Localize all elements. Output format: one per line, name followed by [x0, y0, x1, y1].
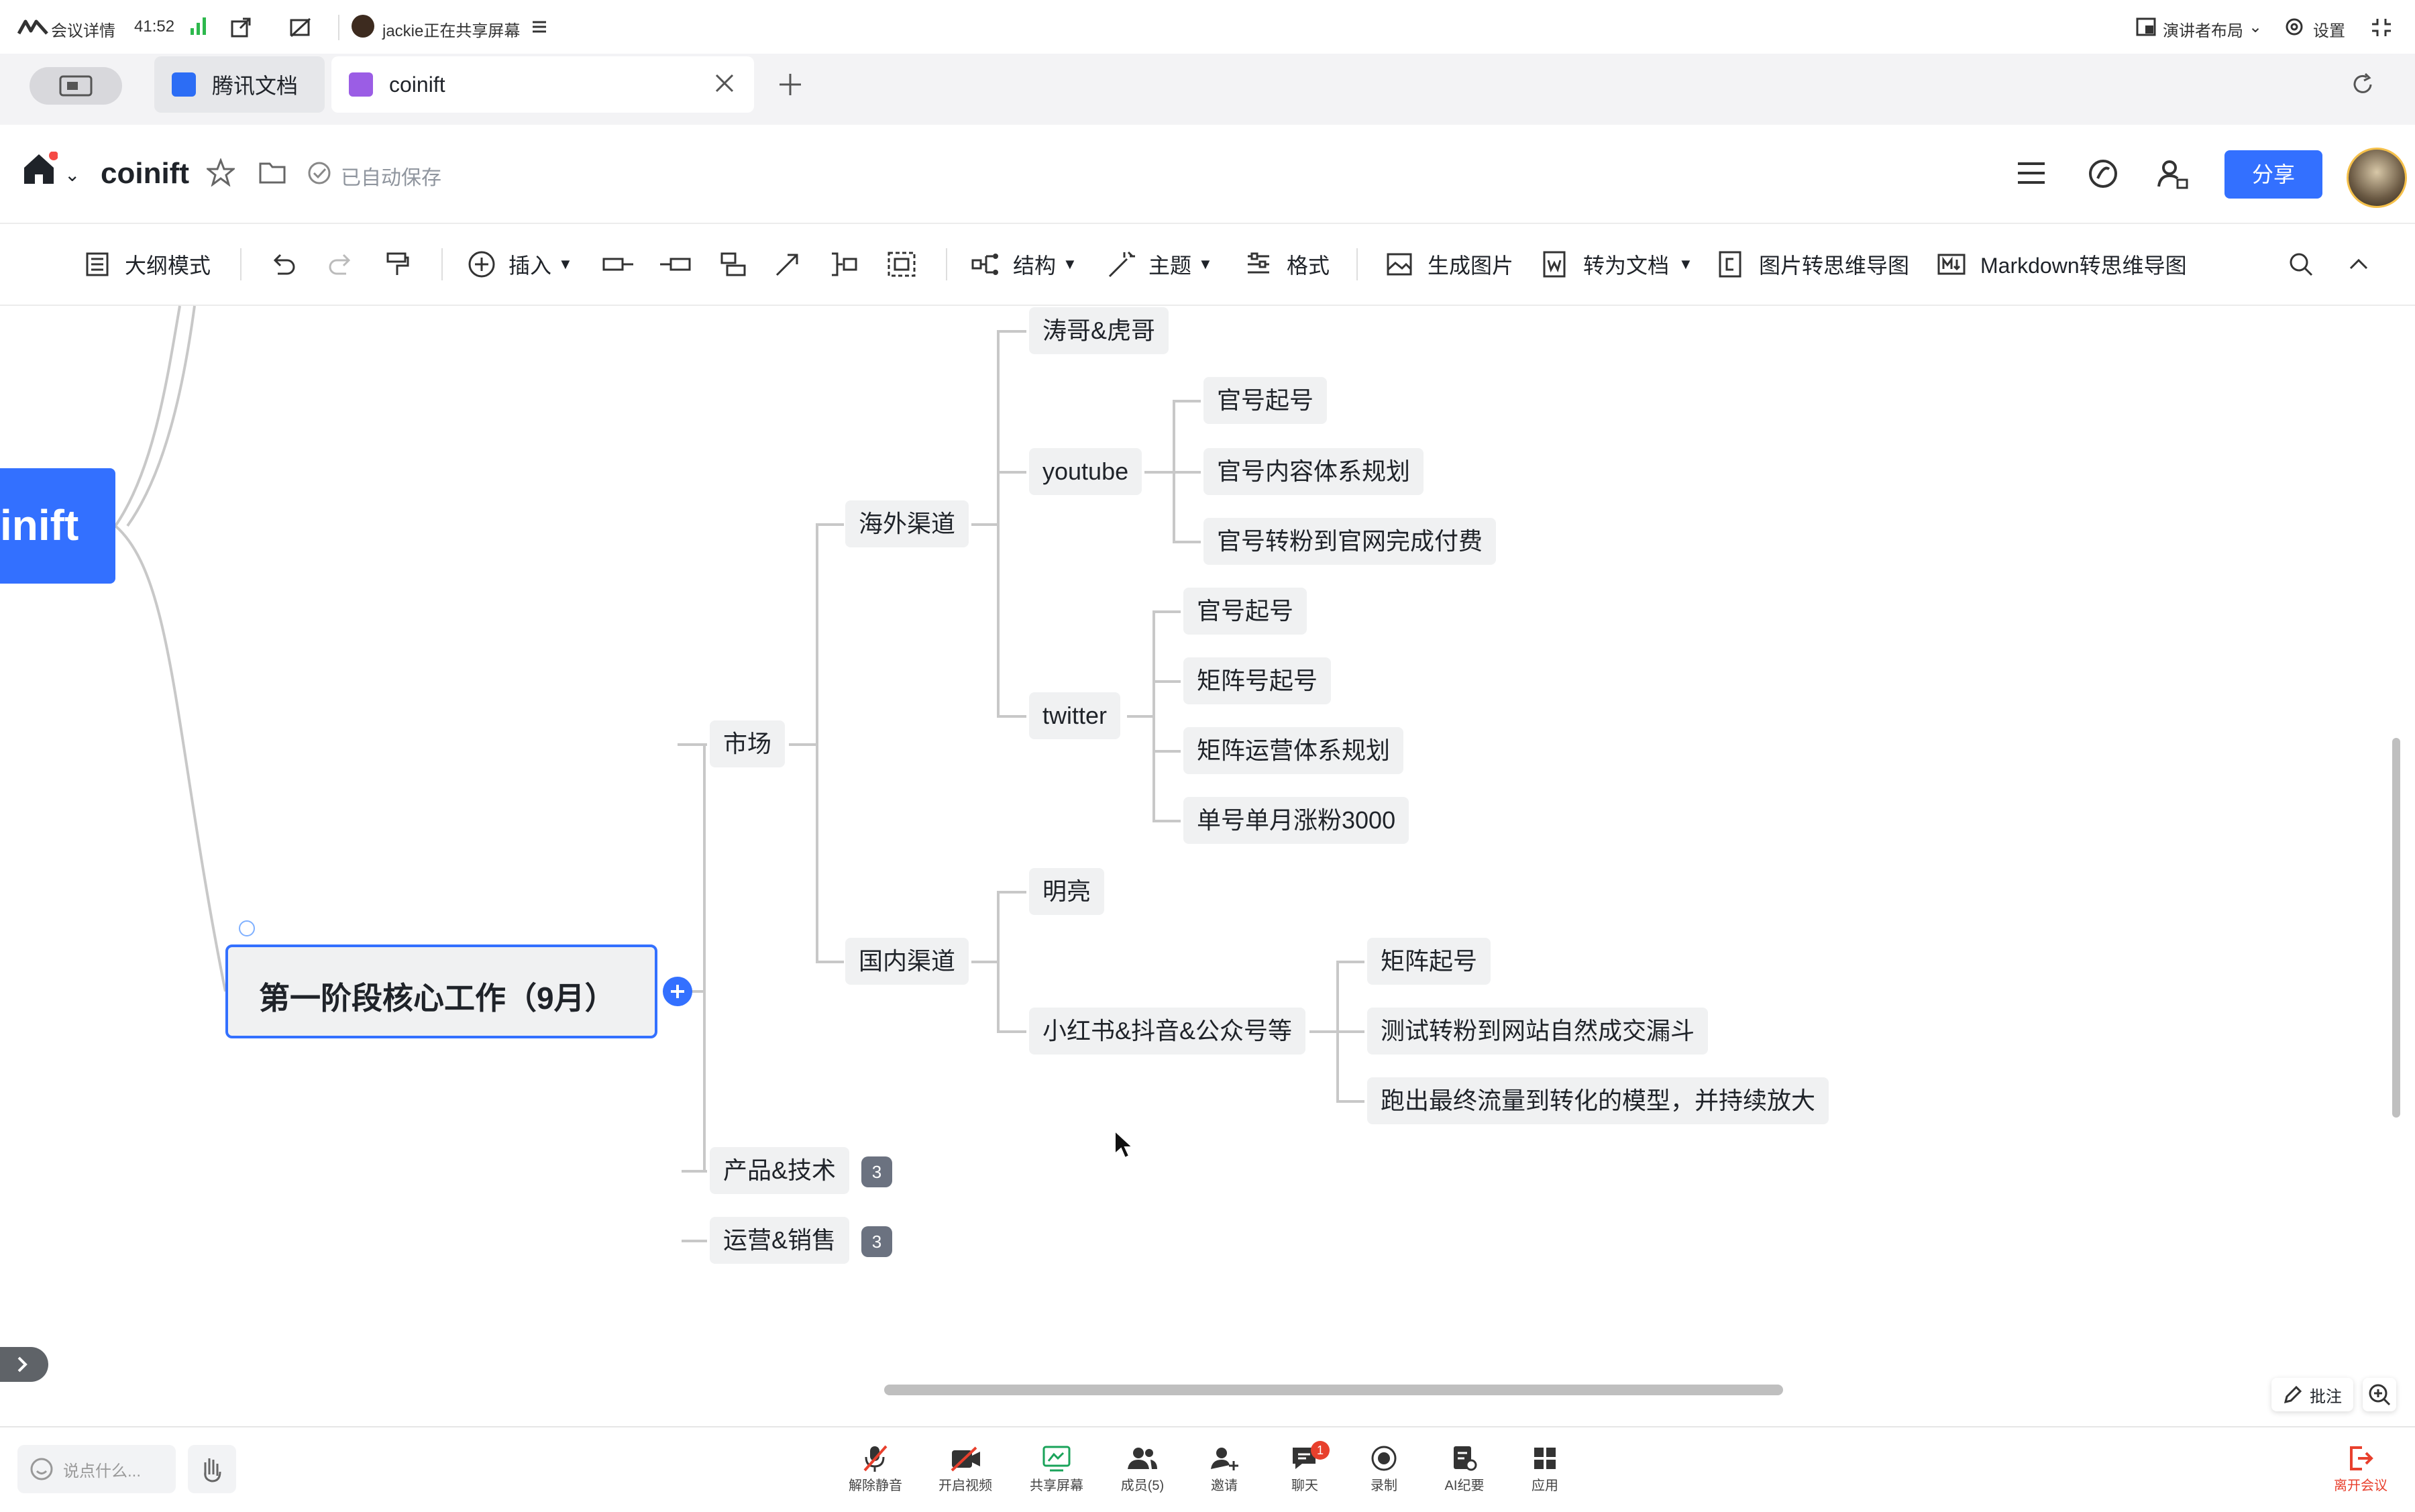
- share-screen-button[interactable]: 共享屏幕: [1020, 1442, 1093, 1494]
- chevron-right-icon: [17, 1356, 28, 1372]
- share-screen-label: 共享屏幕: [1030, 1478, 1083, 1493]
- node-tw-item[interactable]: 矩阵运营体系规划: [1183, 727, 1404, 774]
- node-tw-item[interactable]: 矩阵号起号: [1183, 657, 1332, 704]
- mouse-cursor-icon: [1114, 1129, 1134, 1163]
- leave-meeting-button[interactable]: 离开会议: [2324, 1442, 2398, 1494]
- node-product-tech[interactable]: 产品&技术: [710, 1147, 850, 1194]
- hand-icon: [204, 1458, 221, 1482]
- node-xiaohongshu[interactable]: 小红书&抖音&公众号等: [1029, 1008, 1306, 1055]
- collapsed-count-badge[interactable]: 3: [861, 1226, 892, 1257]
- horizontal-scrollbar[interactable]: [884, 1385, 1783, 1395]
- pencil-icon: [2284, 1385, 2302, 1404]
- chat-unread-badge: 1: [1311, 1441, 1330, 1460]
- apps-button[interactable]: 应用: [1508, 1442, 1582, 1494]
- record-button[interactable]: 录制: [1347, 1442, 1421, 1494]
- node-overseas-channel[interactable]: 海外渠道: [845, 500, 969, 547]
- root-node[interactable]: inift: [0, 468, 115, 584]
- node-youtube[interactable]: youtube: [1029, 448, 1142, 495]
- chat-button[interactable]: 聊天: [1268, 1442, 1342, 1494]
- node-domestic-channel[interactable]: 国内渠道: [845, 938, 969, 985]
- members-icon: [1128, 1448, 1157, 1469]
- node-xhs-item[interactable]: 矩阵起号: [1367, 938, 1491, 985]
- start-video-button[interactable]: 开启视频: [928, 1442, 1002, 1494]
- apps-label: 应用: [1532, 1478, 1558, 1493]
- node-tw-item[interactable]: 单号单月涨粉3000: [1183, 797, 1409, 844]
- drag-handle[interactable]: [239, 920, 255, 936]
- stage-node-label: 第一阶段核心工作（9月）: [259, 981, 616, 1016]
- node-yt-item[interactable]: 官号内容体系规划: [1203, 448, 1424, 495]
- vertical-scrollbar[interactable]: [2392, 738, 2400, 1118]
- node-mingliang[interactable]: 明亮: [1029, 868, 1105, 915]
- ai-summary-label: AI纪要: [1444, 1478, 1485, 1493]
- members-label: 成员(5): [1120, 1478, 1165, 1493]
- node-ops-sales[interactable]: 运营&销售: [710, 1217, 850, 1264]
- invite-button[interactable]: 邀请: [1187, 1442, 1261, 1494]
- zoom-in-button[interactable]: [2363, 1378, 2396, 1411]
- share-screen-icon: [1042, 1446, 1071, 1472]
- unmute-label: 解除静音: [849, 1478, 902, 1493]
- plus-icon: [671, 985, 684, 998]
- unmute-button[interactable]: 解除静音: [839, 1442, 912, 1494]
- exit-icon: [2350, 1446, 2373, 1470]
- apps-grid-icon: [1534, 1448, 1556, 1469]
- members-button[interactable]: 成员(5): [1106, 1442, 1179, 1494]
- chat-label: 聊天: [1291, 1478, 1318, 1493]
- node-xhs-item[interactable]: 跑出最终流量到转化的模型，并持续放大: [1367, 1077, 1829, 1124]
- zoom-in-icon: [2369, 1384, 2391, 1406]
- annotate-label: 批注: [2310, 1387, 2342, 1406]
- node-tw-item[interactable]: 官号起号: [1183, 588, 1307, 635]
- ai-notes-icon: [1454, 1446, 1477, 1471]
- node-yt-item[interactable]: 官号转粉到官网完成付费: [1203, 518, 1497, 565]
- collapsed-count-badge[interactable]: 3: [861, 1156, 892, 1187]
- chat-quick-input[interactable]: 说点什么...: [17, 1445, 176, 1493]
- video-off-icon: [951, 1446, 980, 1472]
- smile-icon: [30, 1458, 53, 1480]
- node-tao-hu[interactable]: 涛哥&虎哥: [1029, 307, 1169, 354]
- node-xhs-item[interactable]: 测试转粉到网站自然成交漏斗: [1367, 1008, 1709, 1055]
- expand-panel-button[interactable]: [0, 1347, 48, 1382]
- node-market[interactable]: 市场: [710, 720, 786, 767]
- add-node-button[interactable]: [663, 977, 692, 1006]
- stage-node[interactable]: 第一阶段核心工作（9月）: [225, 944, 657, 1038]
- node-yt-item[interactable]: 官号起号: [1203, 377, 1328, 424]
- invite-label: 邀请: [1211, 1478, 1238, 1493]
- ai-summary-button[interactable]: AI纪要: [1428, 1442, 1501, 1494]
- chat-placeholder: 说点什么...: [63, 1462, 142, 1480]
- mic-off-icon: [863, 1445, 888, 1472]
- add-user-icon: [1211, 1448, 1238, 1470]
- record-icon: [1371, 1446, 1397, 1471]
- node-twitter[interactable]: twitter: [1029, 692, 1121, 739]
- raise-hand-button[interactable]: [188, 1445, 236, 1493]
- leave-meeting-label: 离开会议: [2334, 1478, 2387, 1493]
- start-video-label: 开启视频: [938, 1478, 992, 1493]
- annotate-button[interactable]: 批注: [2271, 1378, 2353, 1411]
- root-node-label: inift: [0, 501, 79, 549]
- record-label: 录制: [1371, 1478, 1397, 1493]
